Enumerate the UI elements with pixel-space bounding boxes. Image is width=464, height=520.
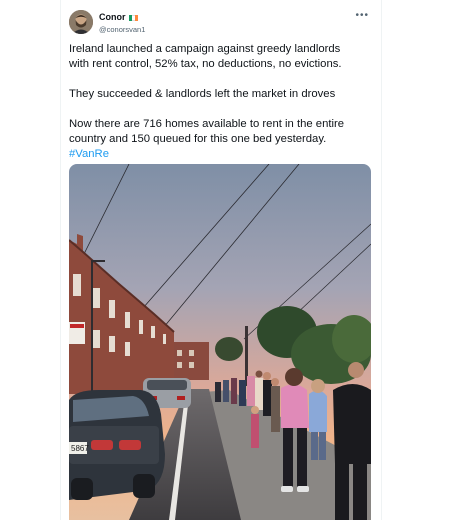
hashtag-link[interactable]: #VanRe bbox=[69, 148, 109, 160]
tweet-line: with rent control, 52% tax, no deduction… bbox=[69, 58, 342, 70]
display-name[interactable]: Conor bbox=[99, 12, 126, 23]
tweet-line: country and 150 queued for this one bed … bbox=[69, 133, 327, 145]
tweet-line: Now there are 716 homes available to ren… bbox=[69, 118, 345, 130]
author-handle[interactable]: @conorsvan1 bbox=[99, 24, 145, 35]
avatar[interactable] bbox=[69, 10, 93, 34]
ireland-flag-icon bbox=[128, 14, 138, 21]
tweet-line: They succeeded & landlords left the mark… bbox=[69, 88, 336, 100]
tweet-photo[interactable]: 5867 bbox=[69, 164, 371, 520]
timeline-border-right bbox=[381, 0, 382, 520]
tweet-card[interactable]: Conor @conorsvan1 ••• Ireland launched a… bbox=[61, 0, 381, 520]
license-plate: 5867 bbox=[71, 444, 89, 453]
author-names: Conor @conorsvan1 bbox=[99, 12, 145, 35]
more-options-icon[interactable]: ••• bbox=[355, 10, 369, 21]
tweet-header: Conor @conorsvan1 ••• bbox=[69, 10, 373, 38]
tweet-text: Ireland launched a campaign against gree… bbox=[69, 42, 377, 162]
photo-scene: 5867 bbox=[69, 164, 371, 520]
tweet-line: Ireland launched a campaign against gree… bbox=[69, 43, 341, 55]
